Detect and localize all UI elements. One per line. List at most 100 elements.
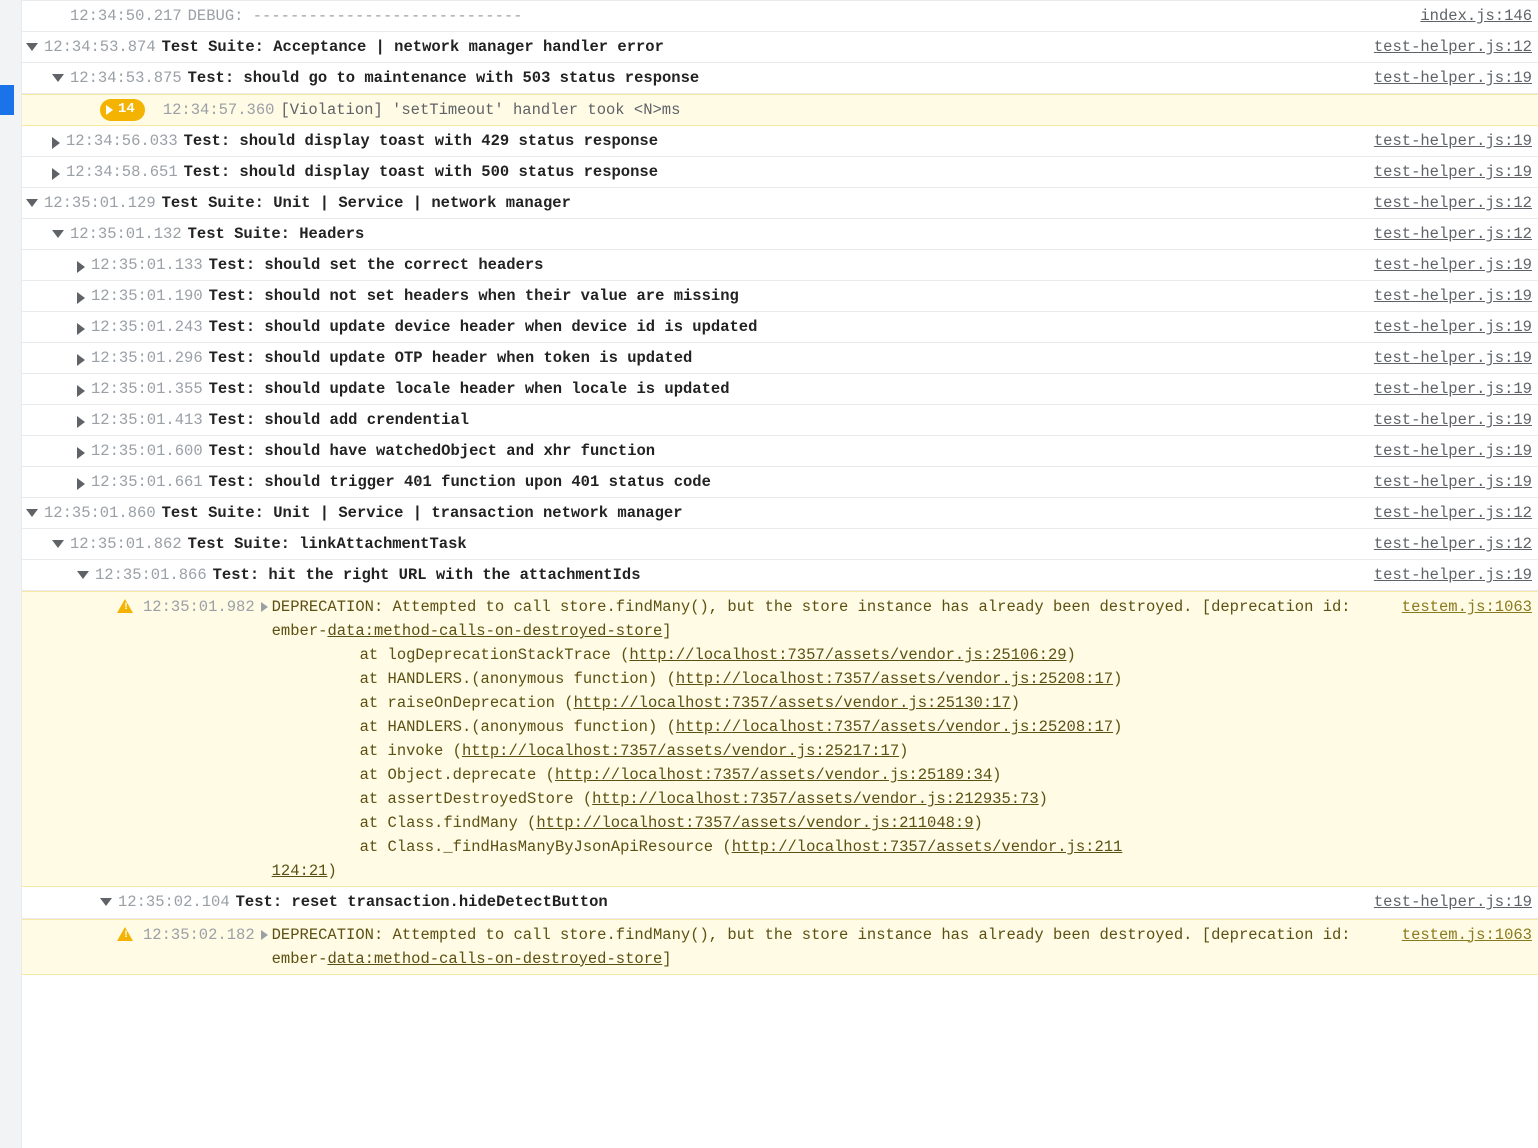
timestamp: 12:34:53.874 [44, 35, 156, 59]
disclosure-arrow-icon[interactable] [26, 43, 38, 51]
source-link[interactable]: test-helper.js:19 [1374, 253, 1532, 277]
warning-count-badge[interactable]: 14 [100, 99, 145, 121]
timestamp: 12:34:53.875 [70, 66, 182, 90]
stack-url-link[interactable]: http://localhost:7357/assets/vendor.js:2… [574, 694, 1011, 712]
stack-url-link[interactable]: http://localhost:7357/assets/vendor.js:2… [629, 646, 1066, 664]
log-message: Test: reset transaction.hideDetectButton [236, 890, 1362, 914]
console-row: 12:35:01.243Test: should update device h… [22, 312, 1538, 343]
source-link[interactable]: test-helper.js:19 [1374, 377, 1532, 401]
log-message: Test: should go to maintenance with 503 … [188, 66, 1362, 90]
disclosure-arrow-icon[interactable] [26, 509, 38, 517]
source-link[interactable]: test-helper.js:19 [1374, 470, 1532, 494]
source-link[interactable]: test-helper.js:12 [1374, 35, 1532, 59]
stack-frame: at HANDLERS.(anonymous function) (http:/… [272, 667, 1390, 691]
stack-url-link[interactable]: http://localhost:7357/assets/vendor.js:2… [555, 766, 992, 784]
log-message: Test: should update device header when d… [209, 315, 1362, 339]
timestamp: 12:34:58.651 [66, 160, 178, 184]
deprecation-id-link[interactable]: data:method-calls-on-destroyed-store [327, 950, 662, 968]
expand-arrow-icon[interactable] [261, 930, 268, 940]
timestamp: 12:35:01.190 [91, 284, 203, 308]
source-link[interactable]: test-helper.js:19 [1374, 346, 1532, 370]
source-link[interactable]: test-helper.js:19 [1374, 66, 1532, 90]
console-row: 12:35:01.661Test: should trigger 401 fun… [22, 467, 1538, 498]
source-link[interactable]: test-helper.js:19 [1374, 890, 1532, 914]
warning-icon [117, 927, 133, 941]
source-link[interactable]: test-helper.js:19 [1374, 284, 1532, 308]
timestamp: 12:34:57.360 [163, 98, 275, 122]
timestamp: 12:35:01.132 [70, 222, 182, 246]
log-message: Test: hit the right URL with the attachm… [213, 563, 1362, 587]
disclosure-arrow-icon[interactable] [77, 292, 85, 304]
source-link[interactable]: test-helper.js:19 [1374, 129, 1532, 153]
disclosure-arrow-icon[interactable] [77, 478, 85, 490]
stack-url-link[interactable]: http://localhost:7357/assets/vendor.js:2… [592, 790, 1038, 808]
source-link[interactable]: index.js:146 [1420, 4, 1532, 28]
console-row: 12:35:01.133Test: should set the correct… [22, 250, 1538, 281]
source-link[interactable]: test-helper.js:19 [1374, 439, 1532, 463]
disclosure-arrow-icon[interactable] [52, 168, 60, 180]
log-message: DEBUG: ----------------------------- [188, 4, 1409, 28]
console-row: 12:34:58.651Test: should display toast w… [22, 157, 1538, 188]
console-row-warning: 12:35:02.182DEPRECATION: Attempted to ca… [22, 919, 1538, 975]
timestamp: 12:34:50.217 [70, 4, 182, 28]
stack-url-link[interactable]: http://localhost:7357/assets/vendor.js:2… [462, 742, 899, 760]
timestamp: 12:34:56.033 [66, 129, 178, 153]
disclosure-arrow-icon[interactable] [77, 323, 85, 335]
source-link[interactable]: test-helper.js:19 [1374, 160, 1532, 184]
source-link[interactable]: test-helper.js:12 [1374, 501, 1532, 525]
disclosure-arrow-icon[interactable] [52, 74, 64, 82]
timestamp: 12:35:01.296 [91, 346, 203, 370]
log-message: Test Suite: Acceptance | network manager… [162, 35, 1362, 59]
disclosure-arrow-icon[interactable] [52, 230, 64, 238]
console-row: 12:34:50.217DEBUG: ---------------------… [22, 0, 1538, 32]
disclosure-arrow-icon[interactable] [77, 416, 85, 428]
log-message: Test Suite: Headers [188, 222, 1362, 246]
stack-url-link[interactable]: http://localhost:7357/assets/vendor.js:2… [732, 838, 1123, 856]
disclosure-arrow-icon[interactable] [77, 354, 85, 366]
stack-url-link[interactable]: http://localhost:7357/assets/vendor.js:2… [676, 670, 1113, 688]
source-link[interactable]: testem.js:1063 [1402, 923, 1532, 947]
console-row: 12:35:01.129Test Suite: Unit | Service |… [22, 188, 1538, 219]
disclosure-arrow-icon[interactable] [26, 199, 38, 207]
stack-url-link[interactable]: http://localhost:7357/assets/vendor.js:2… [536, 814, 973, 832]
timestamp: 12:35:02.104 [118, 890, 230, 914]
source-link[interactable]: test-helper.js:19 [1374, 408, 1532, 432]
deprecation-message: DEPRECATION: Attempted to call store.fin… [272, 595, 1390, 883]
log-message: Test: should update OTP header when toke… [209, 346, 1362, 370]
log-message: Test: should display toast with 500 stat… [184, 160, 1362, 184]
timestamp: 12:35:01.243 [91, 315, 203, 339]
disclosure-arrow-icon[interactable] [77, 447, 85, 459]
source-link[interactable]: testem.js:1063 [1402, 595, 1532, 619]
stack-frame: at raiseOnDeprecation (http://localhost:… [272, 691, 1390, 715]
log-message: Test: should display toast with 429 stat… [184, 129, 1362, 153]
stack-url-link[interactable]: http://localhost:7357/assets/vendor.js:2… [676, 718, 1113, 736]
expand-icon [106, 105, 113, 115]
disclosure-arrow-icon[interactable] [77, 261, 85, 273]
source-link[interactable]: test-helper.js:19 [1374, 563, 1532, 587]
console-panel: 12:34:50.217DEBUG: ---------------------… [22, 0, 1538, 975]
disclosure-arrow-icon[interactable] [52, 540, 64, 548]
disclosure-arrow-icon[interactable] [52, 137, 60, 149]
disclosure-arrow-icon[interactable] [77, 571, 89, 579]
timestamp: 12:35:01.866 [95, 563, 207, 587]
expand-arrow-icon[interactable] [261, 602, 268, 612]
console-row: 12:35:01.866Test: hit the right URL with… [22, 560, 1538, 591]
source-link[interactable]: test-helper.js:12 [1374, 191, 1532, 215]
source-link[interactable]: test-helper.js:12 [1374, 532, 1532, 556]
source-link[interactable]: test-helper.js:19 [1374, 315, 1532, 339]
deprecation-id-link[interactable]: data:method-calls-on-destroyed-store [327, 622, 662, 640]
disclosure-arrow-icon[interactable] [77, 385, 85, 397]
timestamp: 12:35:01.661 [91, 470, 203, 494]
console-row: 12:35:01.190Test: should not set headers… [22, 281, 1538, 312]
console-row: 12:35:01.296Test: should update OTP head… [22, 343, 1538, 374]
console-row: 12:34:56.033Test: should display toast w… [22, 126, 1538, 157]
stack-frame-cont: 124:21) [272, 859, 1390, 883]
log-message: Test Suite: linkAttachmentTask [188, 532, 1362, 556]
source-link[interactable]: test-helper.js:12 [1374, 222, 1532, 246]
timestamp: 12:35:01.129 [44, 191, 156, 215]
log-message: Test: should have watchedObject and xhr … [209, 439, 1362, 463]
disclosure-arrow-icon[interactable] [100, 898, 112, 906]
stack-url-link[interactable]: 124:21 [272, 862, 328, 880]
log-message: Test Suite: Unit | Service | network man… [162, 191, 1362, 215]
console-row-warning: 12:35:01.982DEPRECATION: Attempted to ca… [22, 591, 1538, 887]
